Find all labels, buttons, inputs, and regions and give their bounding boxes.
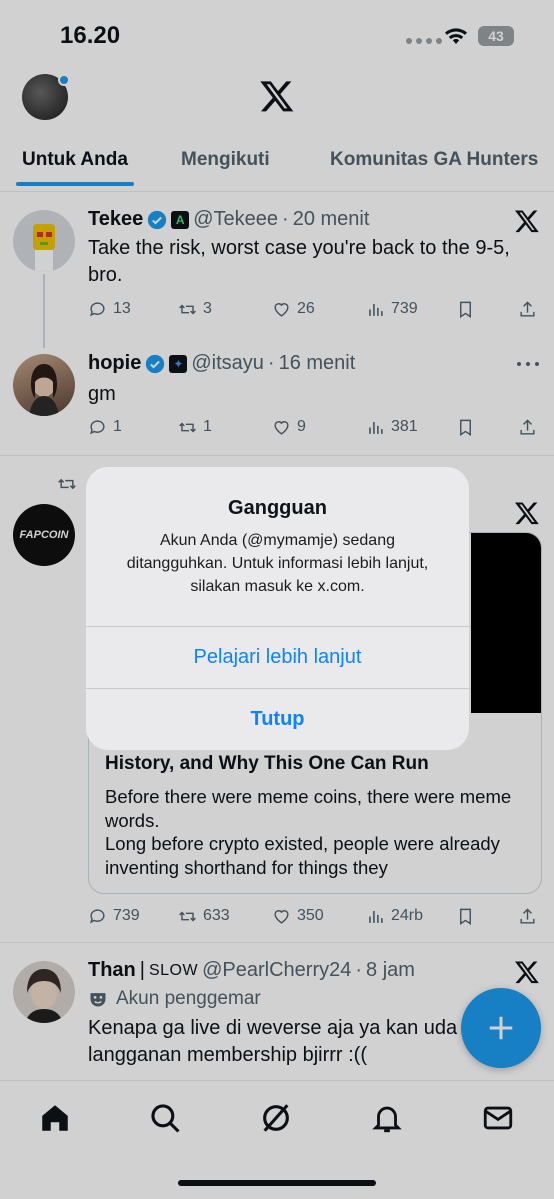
close-button[interactable]: Tutup [86,688,469,750]
learn-more-button[interactable]: Pelajari lebih lanjut [86,626,469,688]
dialog-title: Gangguan [228,497,327,519]
suspension-alert-dialog: Gangguan Akun Anda (@mymamje) sedang dit… [86,467,469,750]
x-home-screen: 16.20 43 Untuk Anda Mengikuti Komunitas … [0,0,554,1199]
dialog-message: Akun Anda (@mymamje) sedang ditangguhkan… [126,532,429,595]
